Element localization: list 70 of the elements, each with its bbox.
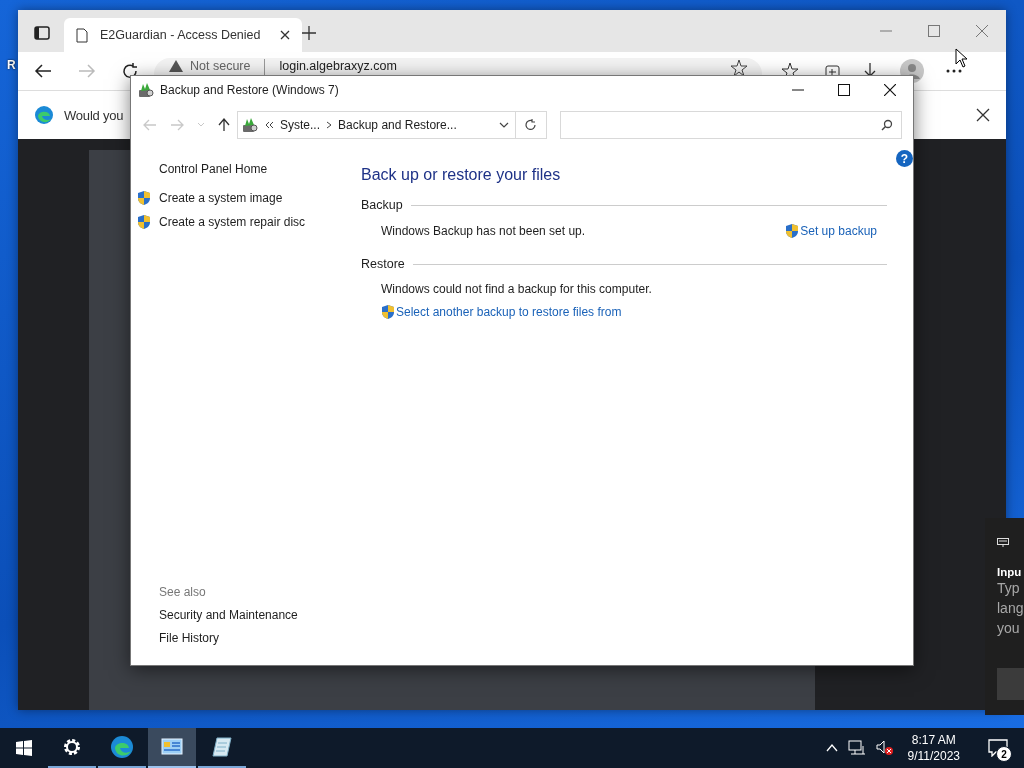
page-heading: Back up or restore your files (361, 166, 562, 184)
taskbar-app[interactable] (148, 728, 196, 768)
shield-icon (137, 214, 151, 230)
toast-text: you (997, 619, 1021, 638)
keyboard-icon (997, 537, 1009, 547)
sidebar-link[interactable]: Control Panel Home (159, 162, 332, 176)
search-icon (881, 119, 893, 131)
address-bar[interactable]: Syste... Backup and Restore... (237, 111, 516, 139)
more-icon (946, 69, 962, 73)
toast-text: lang (997, 599, 1024, 618)
status-message: Windows Backup has not been set up. (381, 224, 586, 238)
chevron-icon (326, 121, 332, 129)
search-field[interactable] (560, 111, 902, 139)
maximize-icon (838, 84, 850, 96)
edge-logo-icon (34, 105, 54, 125)
see-also-link[interactable]: Security and Maintenance (159, 608, 332, 622)
shield-icon (381, 304, 395, 320)
sidebar-link[interactable]: Create a system repair disc (159, 215, 306, 229)
section-heading: Restore (361, 257, 405, 271)
desktop-icon-label: R (7, 58, 16, 72)
status-message: Windows could not find a backup for this computer. (381, 282, 652, 296)
page-icon (76, 27, 88, 43)
infobar-message: Would you (64, 107, 124, 123)
forward-icon (78, 64, 96, 78)
warning-icon (168, 59, 184, 73)
shield-icon (137, 190, 151, 206)
edge-logo-icon (110, 735, 134, 759)
network-icon (847, 740, 866, 756)
close-icon (280, 30, 290, 40)
chevron-up-icon (825, 744, 838, 752)
help-button[interactable]: ? (896, 150, 913, 167)
toast-title: Inpu (997, 566, 1023, 578)
section-heading: Backup (361, 198, 403, 212)
notepad-icon (211, 736, 233, 758)
refresh-icon (122, 63, 138, 79)
dropdown-icon (499, 122, 509, 128)
tab-actions-icon (34, 26, 50, 40)
new-tab-icon (302, 26, 316, 40)
refresh-button[interactable] (516, 111, 547, 139)
close-icon (976, 25, 988, 37)
dropdown-icon (197, 122, 205, 128)
see-also-heading: See also (159, 585, 207, 599)
back-icon (143, 119, 157, 131)
refresh-icon (525, 119, 537, 131)
close-icon (976, 108, 990, 122)
breadcrumb-item[interactable]: Backup and Restore... (338, 118, 457, 132)
breadcrumb-item[interactable]: Syste... (280, 118, 320, 132)
sidebar-link[interactable]: Create a system image (159, 191, 283, 205)
notification-icon (988, 739, 1008, 757)
toast-text: Typ (997, 579, 1021, 598)
action-link[interactable]: Set up backup (800, 224, 877, 238)
volume-muted-icon (875, 740, 894, 756)
double-chevron-icon (264, 121, 274, 129)
close-icon (884, 84, 896, 96)
up-icon (218, 118, 230, 132)
security-label: Not secure (190, 59, 251, 73)
back-icon (34, 64, 52, 78)
action-link[interactable]: Select another backup to restore files from (396, 305, 622, 319)
gear-icon (62, 737, 82, 757)
browser-tab[interactable]: E2Guardian - Access Denied (64, 18, 302, 52)
notification-button[interactable]: 2 (978, 728, 1018, 768)
url-text: login.algebraxyz.com (279, 59, 397, 73)
windows-logo-icon (16, 740, 32, 756)
maximize-icon (928, 25, 940, 37)
clock-date: 9/11/2023 (907, 748, 960, 764)
favorite-star-icon (730, 59, 748, 77)
clock-time: 8:17 AM (911, 732, 956, 748)
see-also-link[interactable]: File History (159, 631, 332, 645)
shield-icon (785, 223, 800, 239)
forward-icon (170, 119, 184, 131)
